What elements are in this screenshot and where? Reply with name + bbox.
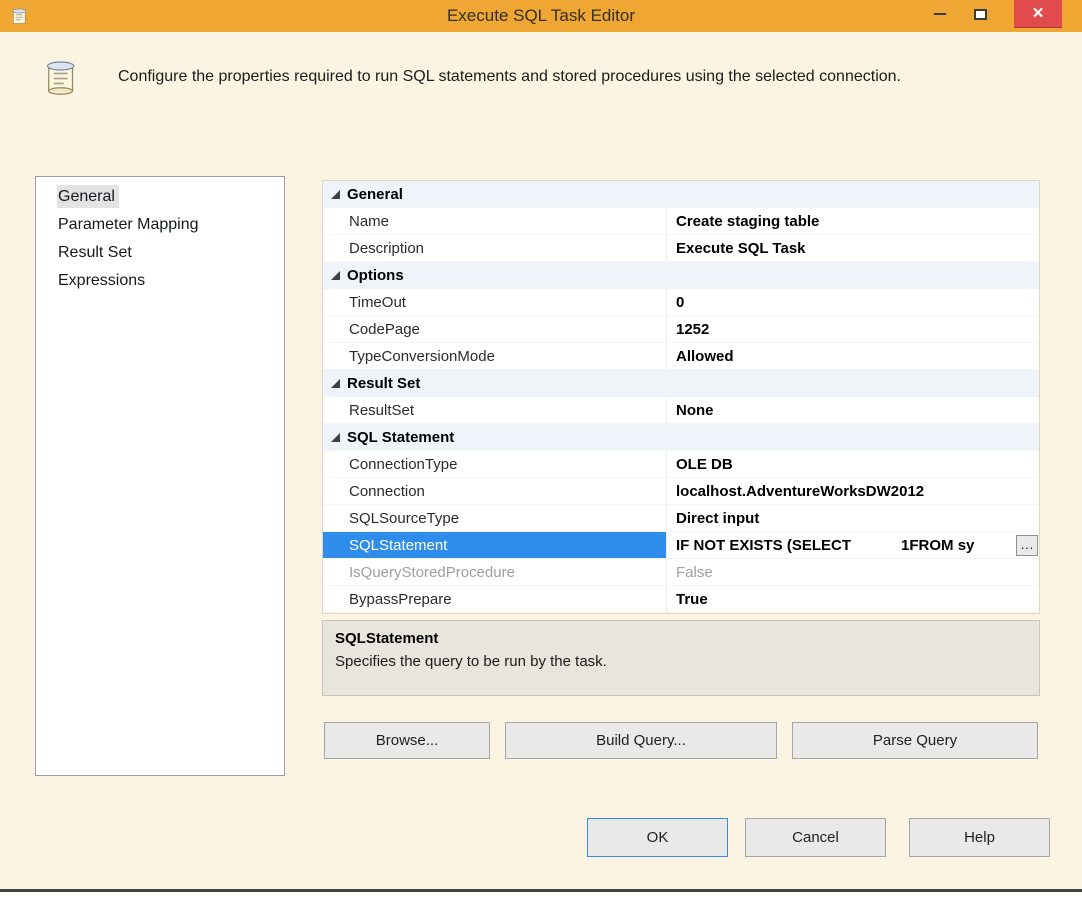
- close-button[interactable]: ×: [1014, 0, 1062, 28]
- minimize-icon: [934, 13, 946, 15]
- property-help-panel: SQLStatement Specifies the query to be r…: [322, 620, 1040, 696]
- property-row-connectiontype[interactable]: ConnectionType OLE DB: [323, 451, 1039, 478]
- property-row-bypassprepare[interactable]: BypassPrepare True: [323, 586, 1039, 613]
- property-grid: General Name Create staging table Descri…: [322, 180, 1040, 614]
- property-row-codepage[interactable]: CodePage 1252: [323, 316, 1039, 343]
- property-row-sqlstatement[interactable]: SQLStatement IF NOT EXISTS (SELECT 1FROM…: [323, 532, 1039, 559]
- ok-button[interactable]: OK: [587, 818, 728, 857]
- help-panel-text: Specifies the query to be run by the tas…: [335, 653, 1027, 670]
- help-panel-title: SQLStatement: [335, 630, 1027, 647]
- collapse-triangle-icon[interactable]: [323, 271, 347, 280]
- execute-sql-task-icon: [40, 56, 80, 96]
- property-row-isquerystoredprocedure[interactable]: IsQueryStoredProcedure False: [323, 559, 1039, 586]
- parse-query-button[interactable]: Parse Query: [792, 722, 1038, 759]
- minimize-button[interactable]: [920, 0, 960, 28]
- category-row-options[interactable]: Options: [323, 262, 1039, 289]
- caption-buttons: ×: [920, 0, 1062, 28]
- browse-button[interactable]: Browse...: [324, 722, 490, 759]
- execute-sql-task-editor-window: Execute SQL Task Editor × Configure the …: [0, 0, 1082, 892]
- maximize-icon: [974, 9, 987, 20]
- screenshot-stage: Execute SQL Task Editor × Configure the …: [0, 0, 1082, 898]
- property-row-timeout[interactable]: TimeOut 0: [323, 289, 1039, 316]
- nav-item-general[interactable]: General: [36, 183, 284, 211]
- sqlstatement-editor-ellipsis-button[interactable]: …: [1016, 535, 1038, 556]
- nav-item-result-set[interactable]: Result Set: [36, 239, 284, 267]
- property-row-sqlsourcetype[interactable]: SQLSourceType Direct input: [323, 505, 1039, 532]
- close-icon: ×: [1032, 0, 1043, 28]
- collapse-triangle-icon[interactable]: [323, 433, 347, 442]
- dialog-description: Configure the properties required to run…: [118, 68, 1048, 86]
- nav-item-parameter-mapping[interactable]: Parameter Mapping: [36, 211, 284, 239]
- category-row-result-set[interactable]: Result Set: [323, 370, 1039, 397]
- collapse-triangle-icon[interactable]: [323, 379, 347, 388]
- maximize-button[interactable]: [960, 0, 1000, 28]
- property-row-resultset[interactable]: ResultSet None: [323, 397, 1039, 424]
- property-row-description[interactable]: Description Execute SQL Task: [323, 235, 1039, 262]
- property-row-name[interactable]: Name Create staging table: [323, 208, 1039, 235]
- titlebar: Execute SQL Task Editor ×: [0, 0, 1082, 32]
- build-query-button[interactable]: Build Query...: [505, 722, 777, 759]
- nav-item-expressions[interactable]: Expressions: [36, 267, 284, 295]
- help-button[interactable]: Help: [909, 818, 1050, 857]
- collapse-triangle-icon[interactable]: [323, 190, 347, 199]
- pages-list: General Parameter Mapping Result Set Exp…: [35, 176, 285, 776]
- category-row-sql-statement[interactable]: SQL Statement: [323, 424, 1039, 451]
- property-row-connection[interactable]: Connection localhost.AdventureWorksDW201…: [323, 478, 1039, 505]
- category-row-general[interactable]: General: [323, 181, 1039, 208]
- property-row-typeconversionmode[interactable]: TypeConversionMode Allowed: [323, 343, 1039, 370]
- cancel-button[interactable]: Cancel: [745, 818, 886, 857]
